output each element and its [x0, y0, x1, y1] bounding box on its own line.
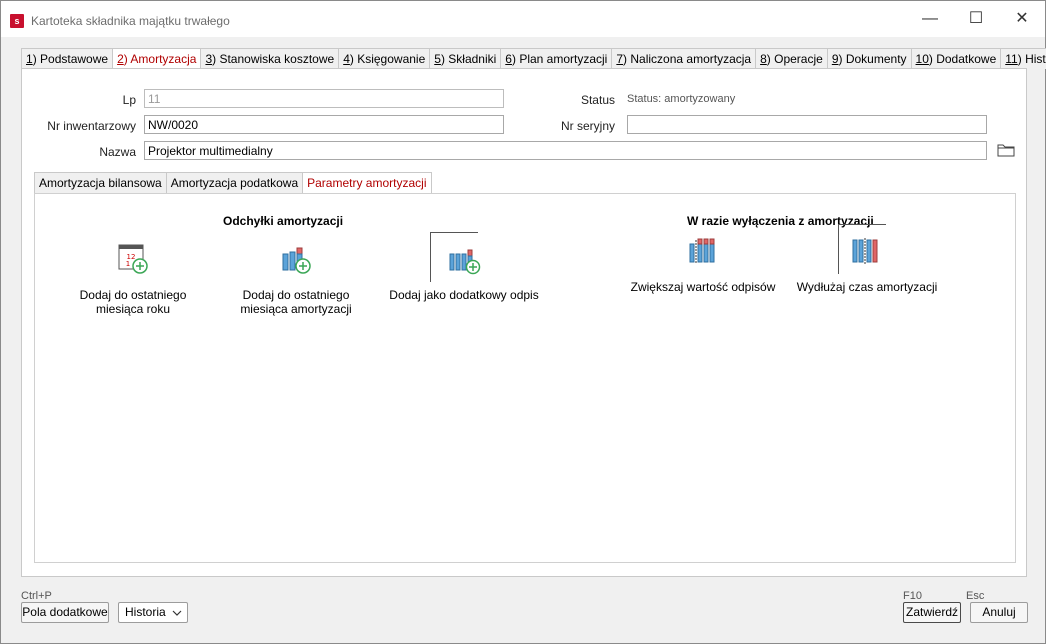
nazwa-label: Nazwa: [99, 145, 136, 159]
ctrl-p-hint: Ctrl+P: [21, 590, 52, 602]
window-title: Kartoteka składnika majątku trwałego: [31, 14, 230, 28]
main-tabs: 1) Podstawowe 2) Amortyzacja 3) Stanowis…: [21, 48, 1046, 70]
nr-inwentarzowy-label: Nr inwentarzowy: [47, 119, 136, 133]
selection-border-top: [838, 224, 886, 225]
tab-plan-amortyzacji[interactable]: 6) Plan amortyzacji: [500, 48, 613, 69]
tab-stanowiska-kosztowe[interactable]: 3) Stanowiska kosztowe: [200, 48, 340, 69]
close-button[interactable]: ✕: [999, 1, 1045, 37]
lp-label: Lp: [122, 93, 136, 107]
add-extra-odpis-button[interactable]: Dodaj jako dodatkowy odpis: [389, 232, 539, 302]
nazwa-field[interactable]: Projektor multimedialny: [144, 141, 987, 160]
subtab-parametry-amortyzacji[interactable]: Parametry amortyzacji: [302, 172, 432, 194]
folder-icon[interactable]: [997, 143, 1015, 157]
lp-field[interactable]: 11: [144, 89, 504, 108]
subtab-amortyzacja-bilansowa[interactable]: Amortyzacja bilansowa: [34, 172, 167, 194]
tab-ksiegowanie[interactable]: 4) Księgowanie: [338, 48, 431, 69]
tab-amortyzacja[interactable]: 2) Amortyzacja: [112, 48, 202, 70]
parametry-panel: Odchyłki amortyzacji W razie wyłączenia …: [34, 193, 1016, 563]
tab-historia[interactable]: 11) Historia: [1000, 48, 1046, 69]
f10-hint: F10: [903, 590, 922, 602]
subtab-amortyzacja-podatkowa[interactable]: Amortyzacja podatkowa: [165, 172, 304, 194]
add-last-month-amortization-button[interactable]: Dodaj do ostatniego miesiąca amortyzacji: [221, 242, 371, 316]
anuluj-button[interactable]: Anuluj: [970, 602, 1028, 623]
status-value: Status: amortyzowany: [627, 93, 736, 105]
selection-border-left: [430, 232, 431, 282]
historia-select[interactable]: Historia: [118, 602, 188, 623]
odchylki-header: Odchyłki amortyzacji: [223, 214, 344, 228]
esc-hint: Esc: [966, 590, 985, 602]
nr-seryjny-label: Nr seryjny: [560, 119, 615, 133]
pola-dodatkowe-button[interactable]: Pola dodatkowe: [21, 602, 109, 623]
nr-seryjny-field[interactable]: [627, 115, 987, 134]
app-logo-icon: s: [10, 14, 24, 28]
increase-odpis-value-button[interactable]: Zwiększaj wartość odpisów: [623, 234, 783, 294]
status-label: Status: [580, 93, 615, 107]
add-last-month-year-button[interactable]: 12 1 Dodaj do ostatniego miesiąca roku: [63, 242, 203, 316]
bars-add-icon: [279, 242, 313, 276]
maximize-button[interactable]: ☐: [953, 1, 999, 37]
bars-extend-icon: [850, 234, 884, 268]
zatwierdz-button[interactable]: Zatwierdź: [903, 602, 961, 623]
chevron-down-icon: [172, 603, 182, 628]
selection-border-top: [430, 232, 478, 233]
tab-naliczona-amortyzacja[interactable]: 7) Naliczona amortyzacja: [611, 48, 757, 69]
amortyzacja-subtabs: Amortyzacja bilansowa Amortyzacja podatk…: [34, 172, 432, 194]
wylaczenie-header: W razie wyłączenia z amortyzacji: [687, 214, 874, 228]
tab-dodatkowe[interactable]: 10) Dodatkowe: [910, 48, 1002, 69]
selection-border-left: [838, 224, 839, 274]
tab-skladniki[interactable]: 5) Składniki: [429, 48, 502, 69]
title-bar: s Kartoteka składnika majątku trwałego —…: [1, 1, 1045, 37]
nr-inwentarzowy-field[interactable]: NW/0020: [144, 115, 504, 134]
bars-extra-add-icon: [447, 242, 481, 276]
svg-text:1: 1: [126, 260, 130, 268]
bars-increase-icon: [686, 234, 720, 268]
minimize-button[interactable]: —: [907, 1, 953, 37]
tab-operacje[interactable]: 8) Operacje: [755, 48, 828, 69]
window: s Kartoteka składnika majątku trwałego —…: [0, 0, 1046, 644]
extend-amortization-time-button[interactable]: Wydłużaj czas amortyzacji: [787, 224, 947, 294]
tab-dokumenty[interactable]: 9) Dokumenty: [826, 48, 912, 69]
tab-podstawowe[interactable]: 1) Podstawowe: [21, 48, 114, 69]
amortyzacja-panel: Lp 11 Nr inwentarzowy NW/0020 Nazwa Proj…: [21, 68, 1027, 577]
calendar-add-icon: 12 1: [116, 242, 150, 276]
